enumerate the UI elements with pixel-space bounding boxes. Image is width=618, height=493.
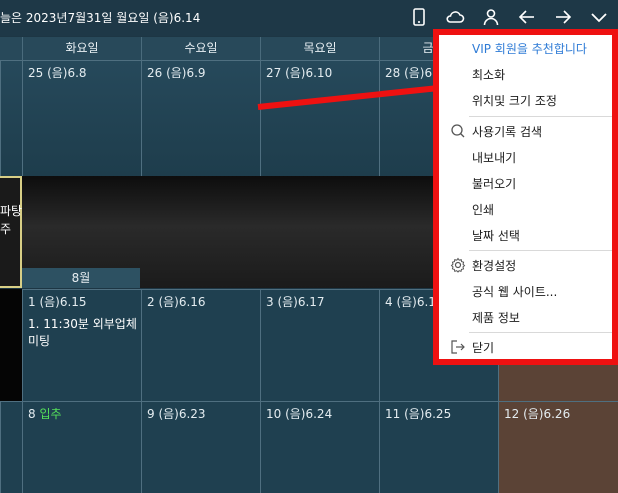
- menu-item-label: VIP 회원을 추천합니다: [472, 42, 587, 56]
- exit-icon: [450, 339, 466, 355]
- menu-item-export[interactable]: 내보내기: [439, 144, 612, 170]
- menu-item-print[interactable]: 인쇄: [439, 196, 612, 222]
- calendar-cell[interactable]: 12 (음)6.26: [498, 401, 618, 493]
- calendar-cell[interactable]: [0, 60, 22, 176]
- popup-text-line: 주: [0, 222, 12, 236]
- cell-date: 27 (음)6.10: [266, 66, 333, 80]
- user-icon[interactable]: [480, 6, 502, 28]
- menu-highlight-frame: VIP 회원을 추천합니다 최소화 위치및 크기 조정 사용기록 검색 내보내기…: [433, 29, 618, 365]
- calendar-cell[interactable]: [0, 289, 22, 401]
- holiday-label: 입추: [39, 407, 62, 421]
- cloud-icon[interactable]: [444, 6, 466, 28]
- menu-item-label: 내보내기: [472, 151, 517, 165]
- menu-item-vip[interactable]: VIP 회원을 추천합니다: [439, 35, 612, 61]
- menu-item-label: 인쇄: [472, 203, 495, 217]
- cell-date: 12 (음)6.26: [504, 407, 571, 421]
- calendar-cell[interactable]: 25 (음)6.8: [22, 60, 141, 176]
- event-text[interactable]: 1. 11:30분 외부업체 미팅: [28, 316, 140, 350]
- month-label: 8월: [22, 268, 140, 288]
- calendar-cell[interactable]: 3 (음)6.17: [260, 289, 379, 401]
- menu-item-product-info[interactable]: 제품 정보: [439, 304, 612, 330]
- menu-divider: [469, 116, 612, 117]
- menu-item-label: 공식 웹 사이트...: [472, 285, 558, 299]
- menu-item-website[interactable]: 공식 웹 사이트...: [439, 278, 612, 304]
- arrow-right-icon[interactable]: [552, 6, 574, 28]
- calendar-cell[interactable]: 9 (음)6.23: [141, 401, 260, 493]
- menu-item-label: 위치및 크기 조정: [472, 94, 557, 108]
- cell-date: 2 (음)6.16: [147, 295, 206, 309]
- menu-item-import[interactable]: 불러오기: [439, 170, 612, 196]
- calendar-cell[interactable]: [0, 401, 22, 493]
- calendar-cell[interactable]: 26 (음)6.9: [141, 60, 260, 176]
- calendar-cell[interactable]: 8 입추: [22, 401, 141, 493]
- cell-day-number: 8: [28, 407, 36, 421]
- arrow-left-icon[interactable]: [516, 6, 538, 28]
- menu-item-label: 닫기: [472, 341, 495, 355]
- menu-item-minimize[interactable]: 최소화: [439, 61, 612, 87]
- gear-icon: [450, 257, 466, 273]
- menu-divider: [469, 250, 612, 251]
- cell-date: 26 (음)6.9: [147, 66, 206, 80]
- cell-date: 9 (음)6.23: [147, 407, 206, 421]
- menu-item-label: 사용기록 검색: [472, 125, 543, 139]
- menu-item-history-search[interactable]: 사용기록 검색: [439, 118, 612, 144]
- weekday-wed: 수요일: [141, 37, 260, 60]
- cell-date: 1 (음)6.15: [28, 295, 87, 309]
- cell-date: 25 (음)6.8: [28, 66, 87, 80]
- menu-item-label: 최소화: [472, 68, 506, 82]
- today-title: 늘은 2023년7월31일 월요일 (음)6.14: [0, 11, 201, 25]
- calendar-cell[interactable]: 2 (음)6.16: [141, 289, 260, 401]
- calendar-cell[interactable]: 27 (음)6.10: [260, 60, 379, 176]
- event-popup[interactable]: 파탕 주: [0, 176, 22, 288]
- phone-icon[interactable]: [408, 6, 430, 28]
- calendar-cell[interactable]: 1 (음)6.15 1. 11:30분 외부업체 미팅: [22, 289, 141, 401]
- menu-item-label: 환경설정: [472, 259, 517, 273]
- menu-item-settings[interactable]: 환경설정: [439, 252, 612, 278]
- calendar-cell[interactable]: 10 (음)6.24: [260, 401, 379, 493]
- cell-date: 11 (음)6.25: [385, 407, 452, 421]
- menu-item-label: 불러오기: [472, 177, 517, 191]
- chevron-down-icon[interactable]: [588, 6, 610, 28]
- weekday-tue: 화요일: [22, 37, 141, 60]
- cell-date: 10 (음)6.24: [266, 407, 333, 421]
- menu-item-label: 제품 정보: [472, 311, 520, 325]
- weekday-thu: 목요일: [260, 37, 379, 60]
- menu-item-position-size[interactable]: 위치및 크기 조정: [439, 87, 612, 113]
- cell-date: 3 (음)6.17: [266, 295, 325, 309]
- context-menu: VIP 회원을 추천합니다 최소화 위치및 크기 조정 사용기록 검색 내보내기…: [439, 35, 612, 359]
- calendar-cell[interactable]: 11 (음)6.25: [379, 401, 498, 493]
- menu-item-close[interactable]: 닫기: [439, 334, 612, 360]
- menu-item-label: 날짜 선택: [472, 229, 520, 243]
- cell-date: 8 입추: [28, 405, 62, 422]
- popup-text-line: 파탕: [0, 204, 23, 218]
- search-icon: [450, 123, 466, 139]
- menu-divider: [469, 332, 612, 333]
- menu-item-select-date[interactable]: 날짜 선택: [439, 222, 612, 248]
